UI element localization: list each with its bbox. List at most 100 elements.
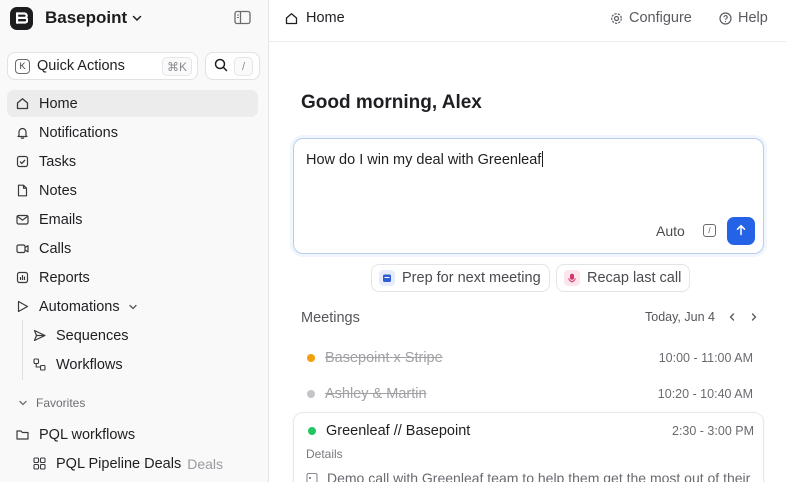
meeting-status-dot (308, 427, 316, 435)
sidebar-item-label: Notifications (39, 124, 118, 141)
help-label: Help (738, 10, 768, 26)
breadcrumb-label: Home (306, 10, 345, 26)
prompt-input-text: How do I win my deal with Greenleaf (306, 152, 542, 168)
meeting-row[interactable]: Greenleaf // Basepoint 2:30 - 3:00 PM (302, 421, 754, 441)
breadcrumb: Home (285, 10, 345, 26)
chevron-down-icon (18, 398, 28, 408)
favorite-item-label: PQL workflows (39, 426, 136, 443)
favorites-label: Favorites (36, 396, 86, 410)
sidebar-item-workflows[interactable]: Workflows (24, 351, 258, 378)
meetings-heading: Meetings (301, 310, 360, 326)
home-icon (285, 12, 298, 25)
sidebar-item-label: Calls (39, 240, 72, 257)
home-icon (16, 97, 29, 110)
sidebar-item-label: Notes (39, 182, 77, 199)
sidebar: Basepoint K Quick Actions ⌘K / Home Noti… (0, 0, 269, 482)
quick-actions-shortcut: ⌘K (161, 57, 192, 76)
meeting-card[interactable]: Greenleaf // Basepoint 2:30 - 3:00 PM De… (293, 412, 764, 482)
meeting-time: 10:20 - 10:40 AM (657, 387, 753, 401)
chip-label: Recap last call (587, 270, 682, 286)
mail-icon (16, 213, 29, 226)
configure-button[interactable]: Configure (610, 10, 692, 26)
checkbox-icon (16, 155, 29, 168)
quick-actions-label: Quick Actions (37, 58, 125, 74)
sidebar-item-notes[interactable]: Notes (7, 177, 258, 204)
recap-call-chip[interactable]: Recap last call (556, 264, 691, 292)
favorite-item-label: PQL Pipeline Deals (56, 455, 182, 472)
model-mode-selector[interactable]: Auto (656, 223, 685, 239)
meeting-status-dot (307, 354, 315, 362)
sidebar-toggle-icon[interactable] (234, 10, 252, 26)
calendar-icon (306, 472, 319, 482)
file-icon (16, 184, 29, 197)
quick-actions-button[interactable]: K Quick Actions ⌘K (7, 52, 198, 80)
prompt-input[interactable]: How do I win my deal with Greenleaf (306, 151, 544, 168)
basepoint-logo-icon (10, 6, 33, 30)
gear-icon (610, 12, 623, 25)
arrow-up-icon (735, 223, 747, 239)
favorite-item-pql-workflows[interactable]: PQL workflows (7, 421, 258, 448)
sidebar-item-label: Home (39, 95, 78, 112)
workspace-switcher[interactable]: Basepoint (10, 6, 260, 30)
sidebar-item-calls[interactable]: Calls (7, 235, 258, 262)
sidebar-item-label: Emails (39, 211, 83, 228)
sidebar-item-notifications[interactable]: Notifications (7, 119, 258, 146)
meeting-title: Ashley & Martin (325, 386, 427, 402)
search-icon (214, 58, 228, 75)
configure-label: Configure (629, 10, 692, 26)
text-caret (542, 151, 544, 167)
help-button[interactable]: Help (719, 10, 768, 26)
meeting-row[interactable]: Basepoint x Stripe 10:00 - 11:00 AM (301, 348, 753, 368)
chart-icon (16, 271, 29, 284)
sidebar-item-home[interactable]: Home (7, 90, 258, 117)
grid-icon (33, 457, 46, 470)
search-button[interactable]: / (205, 52, 260, 80)
assistant-prompt-box[interactable]: How do I win my deal with Greenleaf Auto… (293, 138, 764, 254)
chip-label: Prep for next meeting (402, 270, 541, 286)
send-icon (33, 329, 46, 342)
help-circle-icon (719, 11, 732, 25)
sidebar-item-emails[interactable]: Emails (7, 206, 258, 233)
meeting-description: Demo call with Greenleaf team to help th… (306, 470, 750, 482)
mic-icon (564, 270, 580, 286)
meeting-row[interactable]: Ashley & Martin 10:20 - 10:40 AM (301, 384, 753, 404)
bell-icon (16, 126, 29, 139)
submenu-divider (22, 320, 23, 380)
meeting-title: Greenleaf // Basepoint (326, 423, 471, 439)
calendar-icon (379, 270, 395, 286)
meeting-time: 2:30 - 3:00 PM (672, 424, 754, 438)
meeting-description-text: Demo call with Greenleaf team to help th… (327, 470, 751, 482)
chevron-down-icon[interactable] (128, 302, 138, 312)
command-key-icon: K (15, 58, 30, 74)
workflow-icon (33, 358, 46, 371)
sidebar-item-label: Tasks (39, 153, 77, 170)
slash-command-icon[interactable]: / (703, 224, 716, 237)
sidebar-item-label: Automations (39, 298, 120, 315)
meetings-date-nav: Today, Jun 4 (645, 310, 759, 324)
favorites-section-toggle[interactable]: Favorites (18, 396, 85, 410)
favorite-item-pql-pipeline-deals[interactable]: PQL Pipeline Deals Deals (24, 450, 258, 477)
sidebar-item-automations[interactable]: Automations (7, 293, 258, 320)
sidebar-item-sequences[interactable]: Sequences (24, 322, 258, 349)
sidebar-item-label: Workflows (56, 356, 123, 373)
chevron-left-icon[interactable] (727, 312, 737, 322)
sidebar-item-label: Sequences (56, 327, 129, 344)
page-title: Good morning, Alex (301, 92, 482, 113)
send-button[interactable] (727, 217, 755, 245)
meeting-status-dot (307, 390, 315, 398)
search-shortcut: / (234, 57, 253, 76)
chevron-right-icon[interactable] (749, 312, 759, 322)
workspace-name: Basepoint (45, 8, 128, 27)
favorite-item-type: Deals (187, 455, 223, 472)
sidebar-item-reports[interactable]: Reports (7, 264, 258, 291)
sidebar-item-tasks[interactable]: Tasks (7, 148, 258, 175)
details-label: Details (306, 447, 343, 461)
top-bar: Home Configure Help (269, 0, 786, 42)
meeting-time: 10:00 - 11:00 AM (658, 351, 753, 365)
chevron-down-icon (131, 12, 143, 24)
play-icon (16, 300, 29, 313)
video-icon (16, 242, 29, 255)
prep-meeting-chip[interactable]: Prep for next meeting (371, 264, 550, 292)
sidebar-item-label: Reports (39, 269, 90, 286)
folder-icon (16, 428, 29, 441)
